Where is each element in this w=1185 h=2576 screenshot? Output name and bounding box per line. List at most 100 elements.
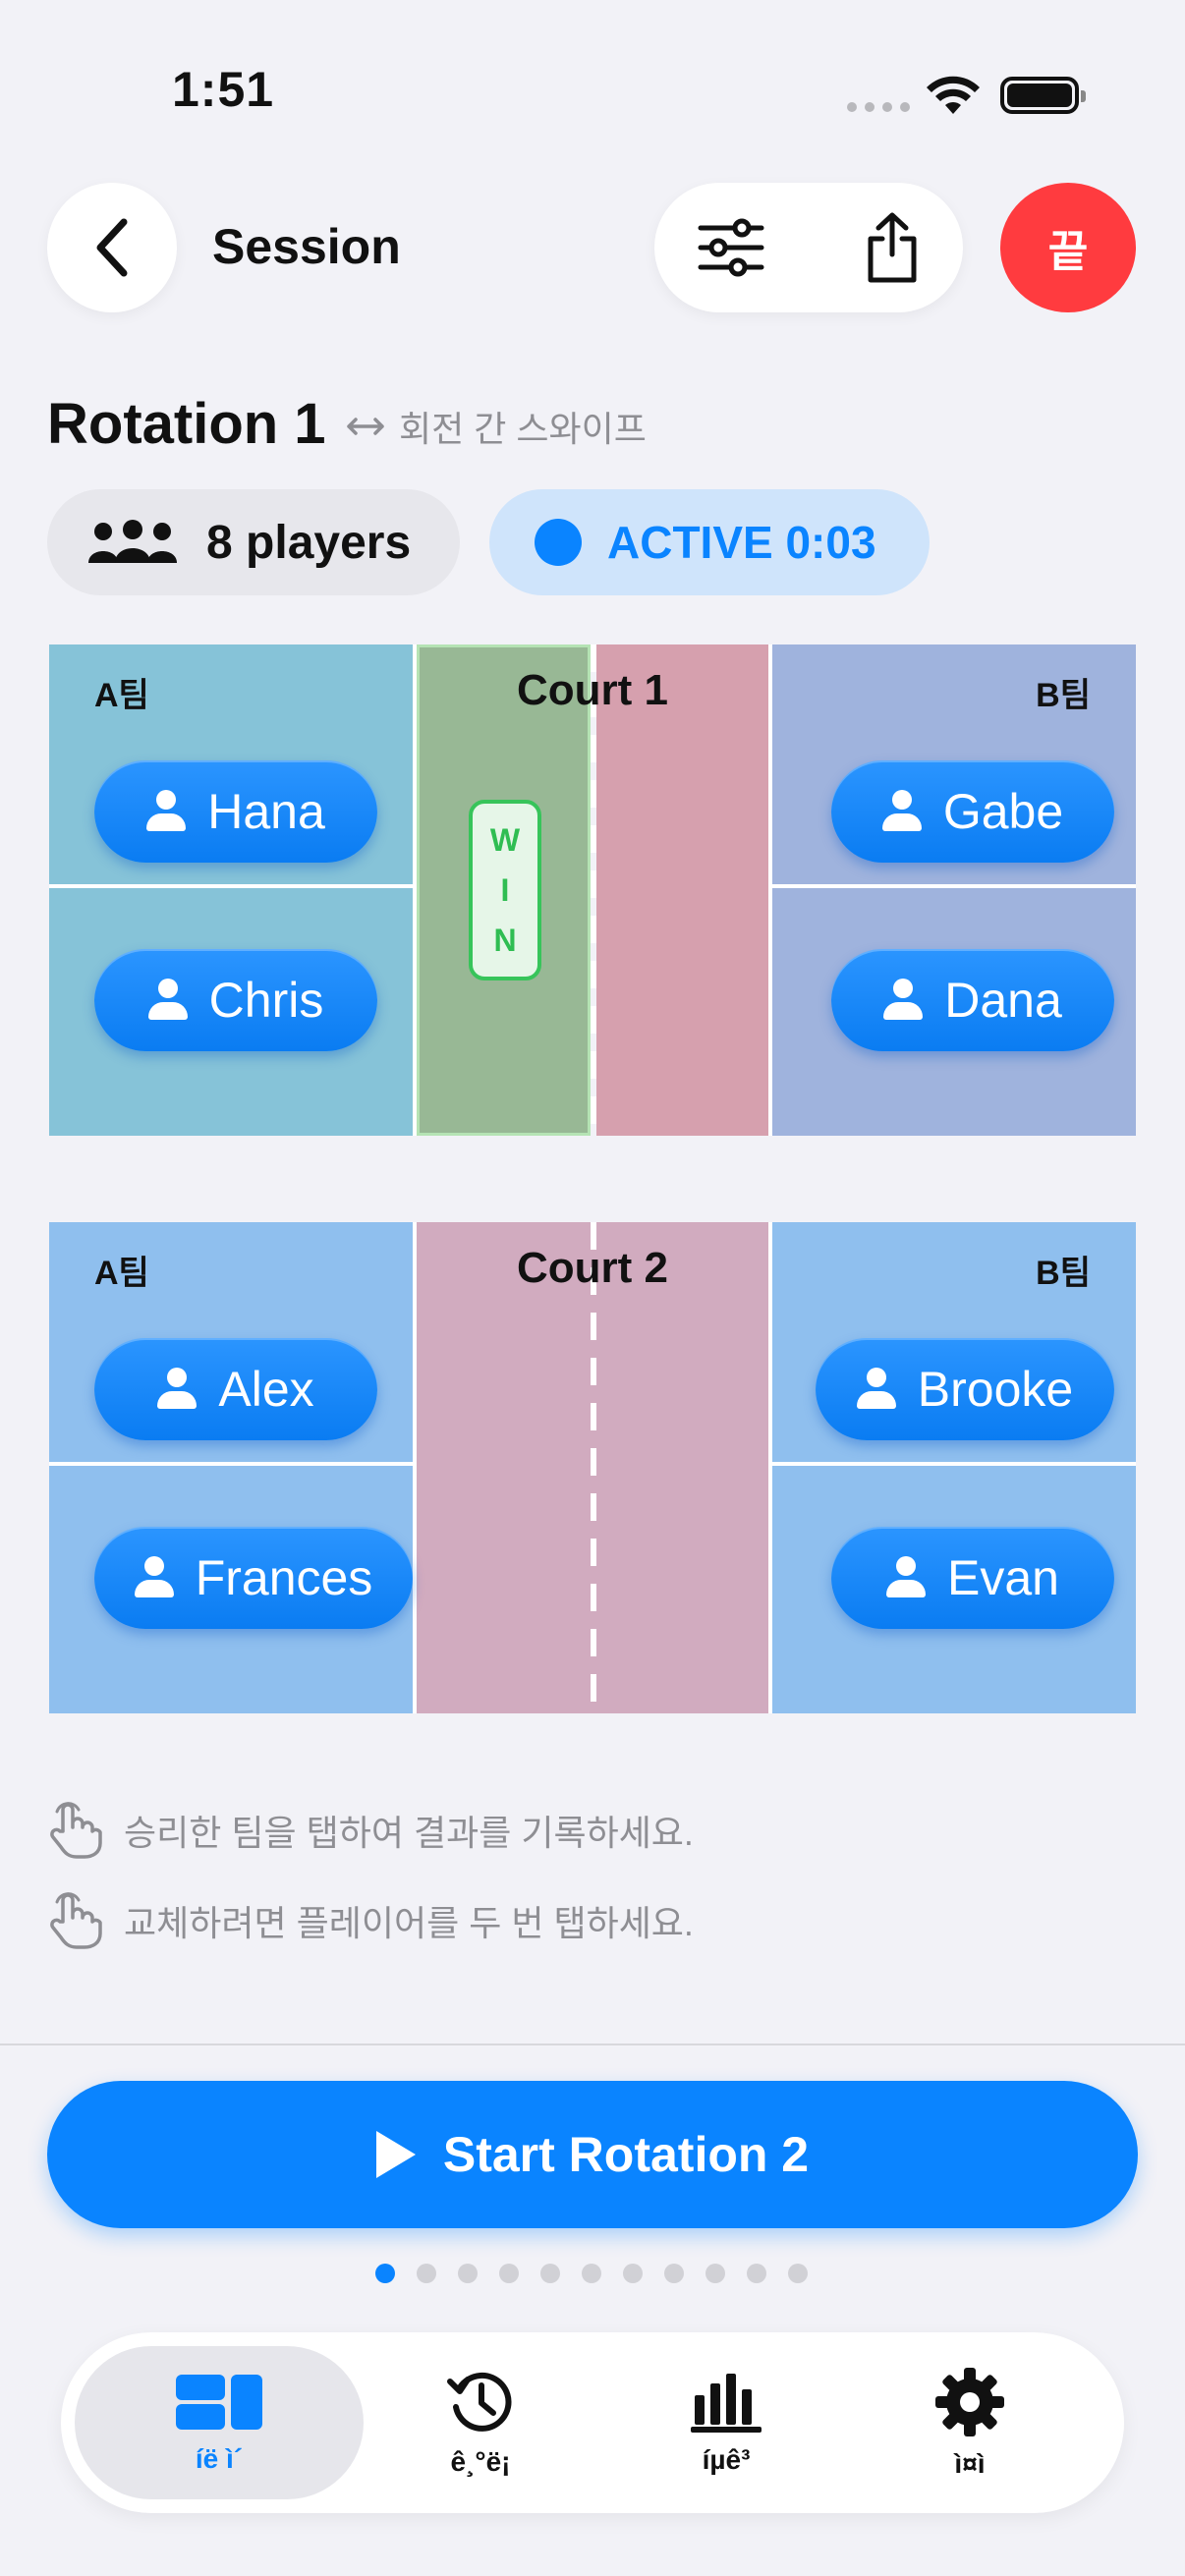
player-name: Gabe xyxy=(942,784,1064,839)
end-session-button[interactable]: 끝 xyxy=(1000,183,1136,312)
swipe-hint-text: 회전 간 스와이프 xyxy=(399,409,647,449)
tab-bar: íë ì´ ê¸°ë¡ íµê³ ì¤ì xyxy=(61,2332,1124,2513)
player-button-hana[interactable]: Hana xyxy=(94,760,377,863)
gear-icon xyxy=(935,2368,1004,2436)
page-dot[interactable] xyxy=(788,2264,808,2283)
court-2: A팀 B팀 Court 2 Alex Frances Brooke Evan xyxy=(49,1222,1136,1713)
court1-team-b-label: B팀 xyxy=(1036,677,1091,714)
courts-icon xyxy=(176,2375,262,2430)
person-icon xyxy=(883,979,924,1022)
player-name: Chris xyxy=(208,973,324,1028)
court-1: A팀 B팀 Court 1 W I N Hana Chris Gabe Dana xyxy=(49,644,1136,1136)
stats-icon xyxy=(691,2374,762,2433)
swipe-hint: 회전 간 스와이프 xyxy=(346,401,647,452)
court1-other-half[interactable] xyxy=(596,644,768,1136)
active-timer: ACTIVE 0:03 xyxy=(607,517,876,568)
tab-label: ê¸°ë¡ xyxy=(450,2446,511,2477)
wifi-icon xyxy=(927,76,980,114)
person-icon xyxy=(856,1368,896,1411)
page-dot[interactable] xyxy=(664,2264,684,2283)
page-dot[interactable] xyxy=(499,2264,519,2283)
tab-settings[interactable]: ì¤ì xyxy=(825,2346,1114,2499)
win-letter: I xyxy=(500,871,510,908)
player-name: Frances xyxy=(195,1550,373,1605)
person-icon xyxy=(134,1556,174,1599)
page-dot[interactable] xyxy=(705,2264,725,2283)
battery-icon xyxy=(1000,77,1086,114)
court2-title: Court 2 xyxy=(517,1244,668,1292)
court2-a-divider xyxy=(49,1462,413,1466)
divider xyxy=(0,2044,1185,2045)
filter-settings-button[interactable] xyxy=(696,212,766,283)
hand-tap-icon xyxy=(50,1892,102,1949)
page-dot[interactable] xyxy=(623,2264,643,2283)
back-button[interactable] xyxy=(47,183,177,312)
player-name: Hana xyxy=(207,784,325,839)
tab-label: íµê³ xyxy=(702,2444,751,2475)
court2-team-b-label: B팀 xyxy=(1036,1255,1091,1292)
chevron-left-icon xyxy=(96,218,128,277)
hand-tap-icon xyxy=(50,1802,102,1859)
court2-team-a-label: A팀 xyxy=(94,1255,149,1292)
win-letter: N xyxy=(493,922,517,958)
people-icon xyxy=(88,520,177,563)
court1-team-b-side[interactable] xyxy=(772,644,1136,1136)
court1-a-divider xyxy=(49,884,413,888)
player-button-evan[interactable]: Evan xyxy=(831,1527,1114,1629)
person-icon xyxy=(147,979,188,1022)
tab-courts[interactable]: íë ì´ xyxy=(75,2346,364,2499)
history-icon xyxy=(447,2372,512,2432)
court2-team-a-side[interactable] xyxy=(49,1222,413,1713)
court1-team-a-label: A팀 xyxy=(94,677,149,714)
page-dot[interactable] xyxy=(417,2264,436,2283)
hint-text: 교체하려면 플레이어를 두 번 탭하세요. xyxy=(124,1903,694,1943)
tab-label: íë ì´ xyxy=(195,2443,244,2474)
page-title: Session xyxy=(212,219,401,274)
person-icon xyxy=(146,790,187,833)
court2-team-b-side[interactable] xyxy=(772,1222,1136,1713)
player-button-dana[interactable]: Dana xyxy=(831,949,1114,1051)
play-icon xyxy=(375,2131,416,2178)
swap-arrows-icon xyxy=(347,418,384,435)
court2-net xyxy=(591,1222,596,1713)
page-dot[interactable] xyxy=(540,2264,560,2283)
tab-label: ì¤ì xyxy=(954,2448,986,2479)
share-button[interactable] xyxy=(857,212,928,283)
hint-substitute: 교체하려면 플레이어를 두 번 탭하세요. xyxy=(49,1892,694,1949)
status-time: 1:51 xyxy=(172,62,275,117)
start-rotation-button[interactable]: Start Rotation 2 xyxy=(47,2081,1138,2228)
court1-net xyxy=(591,644,596,1136)
person-icon xyxy=(157,1368,198,1411)
win-letter: W xyxy=(489,821,521,858)
court1-title: Court 1 xyxy=(517,666,668,714)
player-name: Evan xyxy=(947,1550,1059,1605)
player-name: Alex xyxy=(218,1362,314,1417)
player-button-brooke[interactable]: Brooke xyxy=(816,1338,1114,1440)
person-icon xyxy=(886,1556,927,1599)
court1-team-a-side[interactable] xyxy=(49,644,413,1136)
page-dot[interactable] xyxy=(458,2264,478,2283)
share-icon xyxy=(868,212,917,283)
page-dot[interactable] xyxy=(747,2264,766,2283)
page-indicator[interactable] xyxy=(375,2264,808,2283)
active-timer-chip: ACTIVE 0:03 xyxy=(489,489,930,595)
toolbar-group xyxy=(654,183,963,312)
player-button-chris[interactable]: Chris xyxy=(94,949,377,1051)
player-name: Dana xyxy=(944,973,1062,1028)
active-indicator-dot xyxy=(535,519,582,566)
player-button-gabe[interactable]: Gabe xyxy=(831,760,1114,863)
court2-b-divider xyxy=(772,1462,1136,1466)
player-button-alex[interactable]: Alex xyxy=(94,1338,377,1440)
rotation-title: Rotation 1 xyxy=(47,392,326,456)
players-count-chip[interactable]: 8 players xyxy=(47,489,460,595)
cellular-signal-icon xyxy=(847,102,910,112)
hint-record-result: 승리한 팀을 탭하여 결과를 기록하세요. xyxy=(49,1802,694,1859)
page-dot[interactable] xyxy=(375,2264,395,2283)
court1-b-divider xyxy=(772,884,1136,888)
win-badge: W I N xyxy=(469,800,541,980)
page-dot[interactable] xyxy=(582,2264,601,2283)
start-rotation-label: Start Rotation 2 xyxy=(442,2127,810,2182)
player-button-frances[interactable]: Frances xyxy=(94,1527,413,1629)
player-name: Brooke xyxy=(917,1362,1074,1417)
players-count: 8 players xyxy=(206,516,412,569)
